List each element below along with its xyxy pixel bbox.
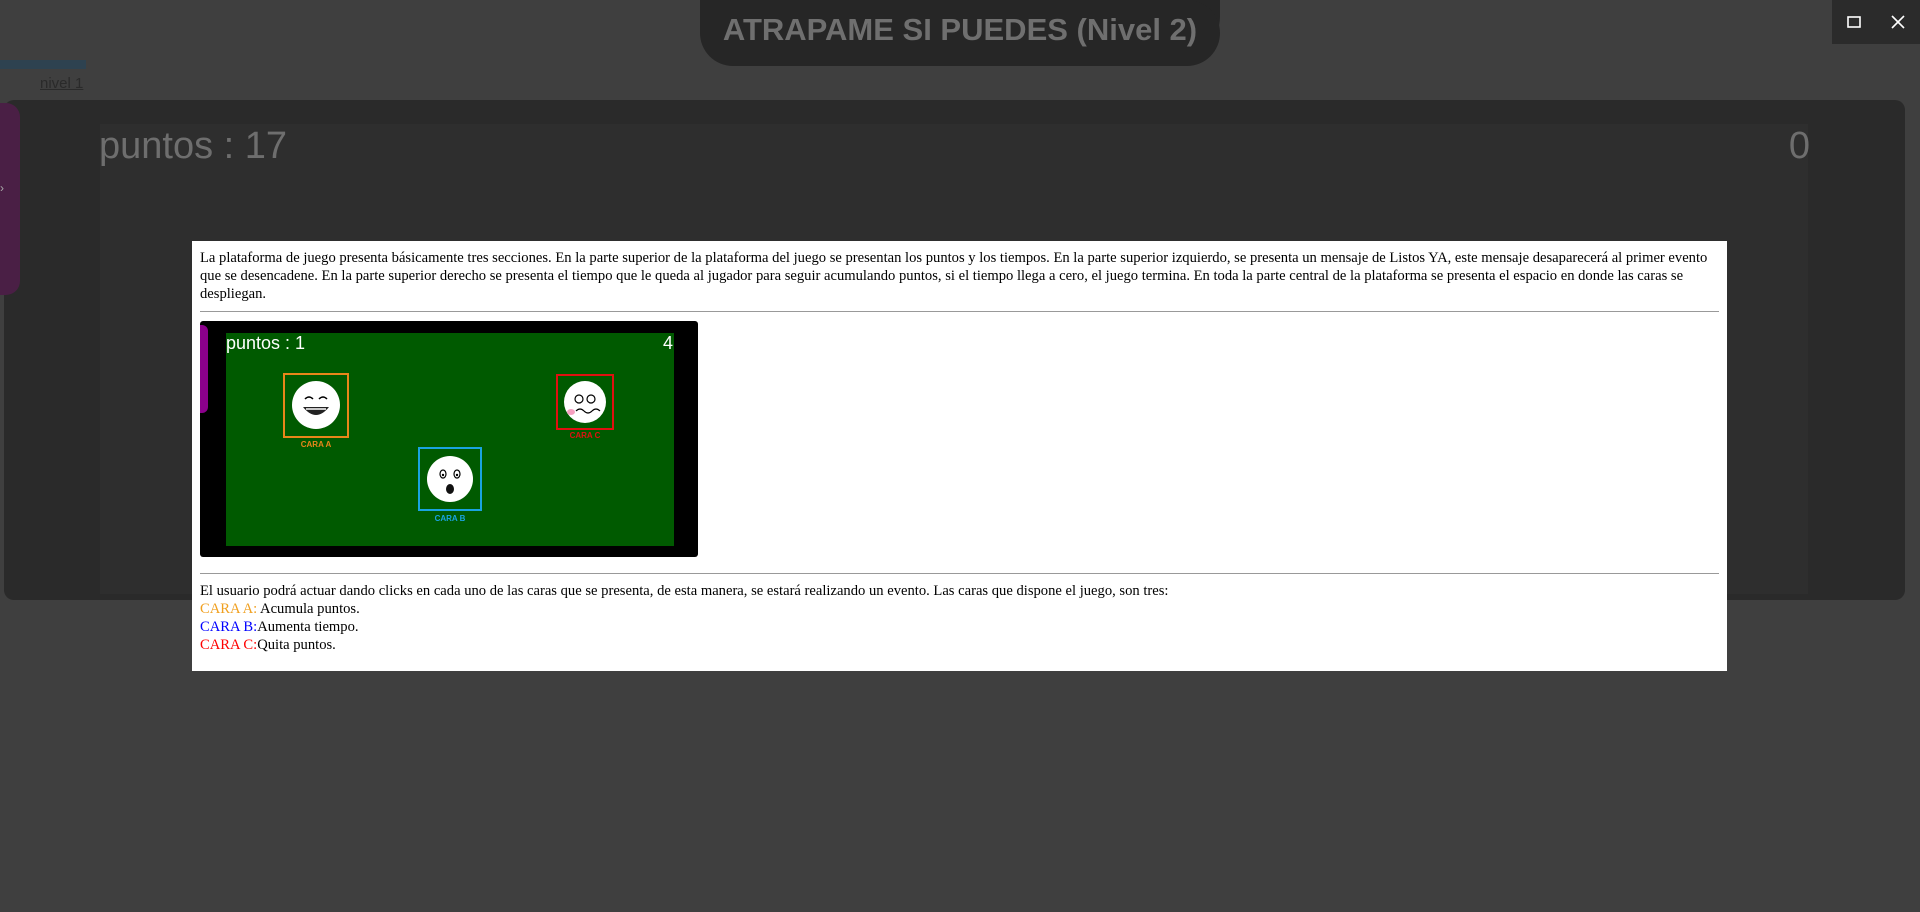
divider <box>200 573 1719 574</box>
maximize-icon <box>1847 16 1861 28</box>
face-a-label: CARA A <box>300 440 332 449</box>
preview-score: puntos : 1 <box>226 333 306 353</box>
game-preview-image: puntos : 1 4 CARA A CARA B CARA C <box>200 321 698 557</box>
dizzy-face-icon <box>564 381 606 423</box>
preview-side-tab <box>200 325 208 413</box>
laughing-face-icon <box>292 381 340 429</box>
legend-item-c: CARA C:Quita puntos. <box>200 636 1719 654</box>
maximize-button[interactable] <box>1832 0 1876 44</box>
preview-timer: 4 <box>662 333 673 353</box>
legend-name-c: CARA C: <box>200 637 258 653</box>
game-timer: 0 <box>1788 125 1810 167</box>
face-c-box <box>556 374 614 430</box>
level-1-link[interactable]: nivel 1 <box>40 75 83 92</box>
window-controls <box>1832 0 1920 44</box>
face-b-box <box>418 447 482 511</box>
legend-desc-b: Aumenta tiempo. <box>257 619 359 635</box>
legend-name-a: CARA A: <box>200 601 258 617</box>
intro-text: La plataforma de juego presenta básicame… <box>200 250 1708 302</box>
game-score: puntos : 17 <box>99 125 288 167</box>
side-menu-tab[interactable]: › <box>0 103 20 295</box>
face-b-label: CARA B <box>434 514 466 523</box>
usage-text: El usuario podrá actuar dando clicks en … <box>200 583 1169 599</box>
legend-desc-a: Acumula puntos. <box>257 601 360 617</box>
legend-desc-c: Quita puntos. <box>257 637 336 653</box>
page-title: ATRAPAME SI PUEDES (Nivel 2) <box>722 12 1198 47</box>
face-c-label: CARA C <box>569 431 601 440</box>
legend-item-b: CARA B:Aumenta tiempo. <box>200 618 1719 636</box>
level-progress-bar <box>0 60 86 69</box>
legend-item-a: CARA A: Acumula puntos. <box>200 600 1719 618</box>
face-a-box <box>283 373 349 438</box>
close-button[interactable] <box>1876 0 1920 44</box>
legend-name-b: CARA B: <box>200 619 258 635</box>
divider <box>200 311 1719 312</box>
close-icon <box>1891 15 1905 29</box>
help-modal: La plataforma de juego presenta básicame… <box>192 241 1727 671</box>
surprised-face-icon <box>427 456 473 502</box>
